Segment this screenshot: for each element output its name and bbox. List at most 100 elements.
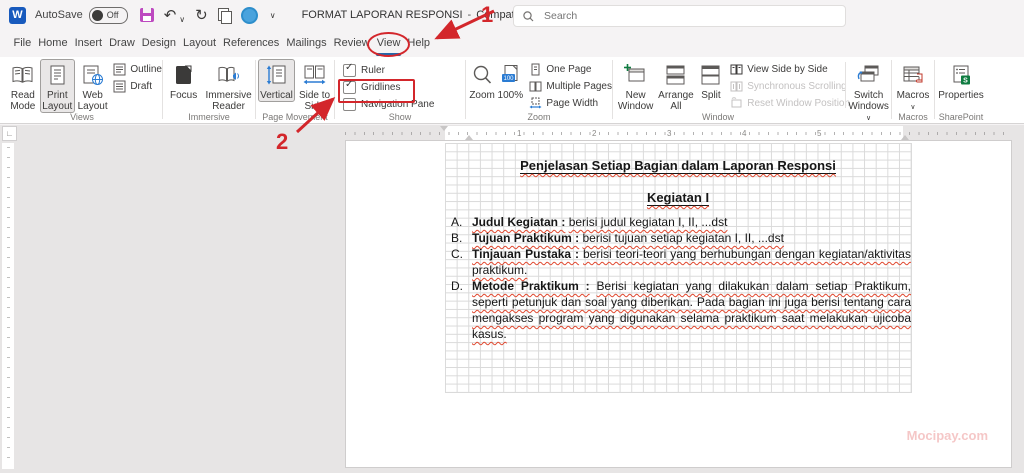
tab-home[interactable]: Home bbox=[35, 30, 71, 57]
page-width-button[interactable]: Page Width bbox=[529, 97, 612, 110]
ribbon-tabs: File Home Insert Draw Design Layout Refe… bbox=[0, 30, 1024, 57]
check-icon: ✓ bbox=[345, 79, 354, 90]
title-separator: - bbox=[467, 9, 472, 21]
list-letter: B. bbox=[451, 231, 463, 245]
macros-group-label: Macros bbox=[898, 112, 928, 122]
dropdown-icon: ∨ bbox=[866, 115, 872, 122]
navigation-pane-checkbox[interactable] bbox=[343, 98, 356, 111]
new-window-icon bbox=[624, 64, 645, 82]
switch-windows-icon bbox=[857, 65, 879, 82]
zoom-100-button[interactable]: 100 100% bbox=[496, 59, 524, 102]
views-group-label: Views bbox=[70, 112, 94, 122]
print-layout-button[interactable]: Print Layout bbox=[39, 59, 75, 113]
group-show: ✓ Ruler ✓ Gridlines Navigation Pane Show bbox=[335, 57, 465, 123]
gridlines-checkbox-row[interactable]: ✓ Gridlines bbox=[343, 79, 465, 96]
autosave-label: AutoSave bbox=[35, 9, 83, 21]
check-icon: ✓ bbox=[345, 62, 354, 73]
macros-button[interactable]: Macros ∨ bbox=[893, 59, 933, 114]
search-icon bbox=[523, 10, 534, 21]
autosave-toggle[interactable]: Off bbox=[88, 6, 128, 24]
group-immersive: Focus Immersive Reader Immersive bbox=[163, 57, 255, 123]
list-item-head: Metode Praktikum : bbox=[472, 279, 590, 293]
tab-insert[interactable]: Insert bbox=[71, 30, 106, 57]
properties-label: Properties bbox=[938, 90, 984, 101]
properties-button[interactable]: S Properties bbox=[936, 59, 986, 102]
undo-dropdown-icon[interactable]: ∨ bbox=[179, 15, 185, 24]
svg-text:S: S bbox=[963, 78, 968, 85]
ruler-ticks bbox=[345, 132, 1012, 135]
list-item: D. Metode Praktikum : Berisi kegiatan ya… bbox=[445, 278, 911, 342]
immersive-reader-button[interactable]: Immersive Reader bbox=[202, 59, 255, 113]
list-item: A. Judul Kegiatan : berisi judul kegiata… bbox=[445, 214, 911, 230]
split-button[interactable]: Split bbox=[696, 59, 727, 102]
zoom-icon bbox=[473, 65, 491, 84]
reset-window-position-label: Reset Window Position bbox=[747, 98, 851, 109]
focus-label: Focus bbox=[169, 90, 198, 101]
sharepoint-group-label: SharePoint bbox=[938, 112, 984, 122]
outline-button[interactable]: Outline bbox=[113, 63, 162, 76]
list-letter: C. bbox=[451, 247, 463, 261]
tab-layout[interactable]: Layout bbox=[180, 30, 220, 57]
multiple-pages-icon bbox=[529, 81, 542, 92]
list-item-body: berisi tujuan setiap kegiatan I, II, ...… bbox=[582, 231, 784, 245]
horizontal-ruler[interactable]: 1 2 3 4 5 bbox=[345, 126, 1012, 140]
save-icon[interactable] bbox=[139, 8, 154, 22]
one-page-icon bbox=[531, 63, 540, 76]
one-page-button[interactable]: One Page bbox=[529, 63, 612, 76]
tab-view[interactable]: View bbox=[367, 30, 410, 57]
qat-overflow-icon[interactable]: ∨ bbox=[270, 11, 276, 20]
watermark: Mocipay.com bbox=[906, 428, 988, 443]
synchronous-scrolling-button: Synchronous Scrolling bbox=[730, 80, 847, 93]
tab-stop-selector[interactable]: ∟ bbox=[2, 126, 17, 141]
vertical-ruler[interactable] bbox=[2, 143, 14, 469]
read-mode-button[interactable]: Read Mode bbox=[6, 59, 40, 113]
document-page[interactable]: Penjelasan Setiap Bagian dalam Laporan R… bbox=[345, 140, 1012, 468]
tab-draw[interactable]: Draw bbox=[106, 30, 139, 57]
search-box[interactable] bbox=[513, 5, 846, 27]
list-item: C. Tinjauan Pustaka : berisi teori-teori… bbox=[445, 246, 911, 278]
gridlines-checkbox[interactable]: ✓ bbox=[343, 79, 356, 94]
web-layout-button[interactable]: Web Layout bbox=[75, 59, 110, 113]
show-group-label: Show bbox=[388, 112, 412, 122]
group-macros: Macros ∨ Macros bbox=[892, 57, 934, 123]
page-movement-group-label: Page Movement bbox=[262, 112, 328, 122]
quick-access-toolbar: ↶ ∨ ↻ ∨ bbox=[139, 6, 276, 24]
switch-windows-button[interactable]: Switch Windows ∨ bbox=[846, 59, 891, 125]
navigation-pane-label: Navigation Pane bbox=[361, 99, 435, 110]
toggle-knob-icon bbox=[91, 9, 103, 21]
vertical-button[interactable]: Vertical bbox=[258, 59, 296, 102]
multiple-pages-button[interactable]: Multiple Pages bbox=[529, 80, 612, 93]
arrange-all-button[interactable]: Arrange All bbox=[656, 59, 695, 113]
tab-mailings[interactable]: Mailings bbox=[283, 30, 330, 57]
view-side-by-side-button[interactable]: View Side by Side bbox=[730, 63, 842, 76]
undo-icon[interactable]: ↶ bbox=[164, 8, 177, 23]
tab-file[interactable]: File bbox=[10, 30, 35, 57]
ruler-checkbox[interactable]: ✓ bbox=[343, 62, 356, 77]
draft-button[interactable]: Draft bbox=[113, 80, 162, 93]
redo-icon[interactable]: ↻ bbox=[195, 8, 208, 23]
circle-badge-icon[interactable] bbox=[240, 6, 258, 24]
web-layout-label: Web Layout bbox=[77, 90, 108, 112]
synchronous-scrolling-label: Synchronous Scrolling bbox=[747, 81, 847, 92]
first-line-indent-marker[interactable] bbox=[440, 126, 448, 131]
multiple-pages-label: Multiple Pages bbox=[546, 81, 612, 92]
focus-button[interactable]: Focus bbox=[165, 59, 202, 102]
list-item-head: Tinjauan Pustaka : bbox=[472, 247, 580, 261]
navigation-pane-checkbox-row[interactable]: Navigation Pane bbox=[343, 96, 465, 113]
tab-design[interactable]: Design bbox=[138, 30, 179, 57]
tab-references[interactable]: References bbox=[220, 30, 283, 57]
ruler-number: 4 bbox=[742, 128, 747, 138]
split-icon bbox=[701, 65, 720, 85]
copy-icon[interactable] bbox=[217, 8, 232, 24]
document-heading-text: Penjelasan Setiap Bagian dalam Laporan R… bbox=[520, 158, 836, 174]
properties-icon: S bbox=[953, 65, 970, 85]
vertical-label: Vertical bbox=[260, 90, 293, 101]
vertical-icon bbox=[266, 65, 286, 85]
ruler-number: 3 bbox=[667, 128, 672, 138]
title-bar: W AutoSave Off ↶ ∨ ↻ ∨ FORMAT LAPORAN RE… bbox=[0, 0, 1024, 30]
search-input[interactable] bbox=[542, 9, 806, 23]
ruler-checkbox-row[interactable]: ✓ Ruler bbox=[343, 62, 465, 79]
side-to-side-button[interactable]: Side to Side bbox=[295, 59, 334, 113]
new-window-button[interactable]: New Window bbox=[615, 59, 656, 113]
zoom-button[interactable]: Zoom bbox=[468, 59, 496, 102]
